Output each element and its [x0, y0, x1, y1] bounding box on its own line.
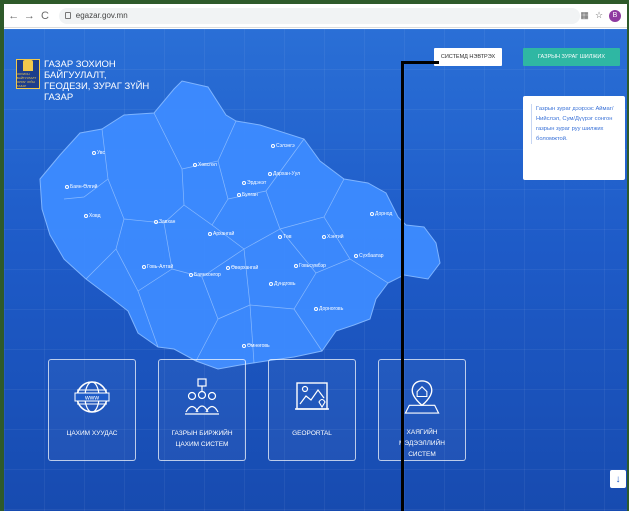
browser-toolbar: ← → C egazar.gov.mn ▦ ☆ B	[4, 4, 627, 28]
system-login-button[interactable]: СИСТЕМД НЭВТРЭХ	[434, 48, 502, 66]
tile-land-exchange[interactable]: ГАЗРЫН БИРЖИЙН ЦАХИМ СИСТЕМ	[158, 359, 246, 461]
city-label[interactable]: Өвөрхангай	[226, 265, 258, 271]
address-bar[interactable]: egazar.gov.mn	[58, 7, 581, 24]
profile-avatar[interactable]: B	[609, 9, 622, 22]
browser-window: ← → C egazar.gov.mn ▦ ☆ B ЗОХИОН БАЙГУУЛ…	[4, 4, 627, 511]
scroll-down-button[interactable]: ↓	[610, 470, 626, 488]
people-exchange-icon	[185, 378, 219, 415]
city-label[interactable]: Дундговь	[269, 281, 295, 287]
address-pin-icon	[404, 380, 440, 414]
translate-icon[interactable]: ▦	[580, 10, 589, 21]
city-label[interactable]: Баян-Өлгий	[65, 184, 97, 190]
info-card: Газрын зураг дээрээс Аймаг/Нийслэл, Сум/…	[523, 96, 625, 180]
city-label[interactable]: Баянхонгор	[189, 272, 221, 278]
map-icon	[295, 382, 329, 410]
city-label[interactable]: Хөвсгөл	[193, 162, 217, 168]
city-label[interactable]: Төв	[278, 234, 292, 240]
city-label[interactable]: Дархан-Уул	[268, 171, 300, 177]
bookmark-star-icon[interactable]: ☆	[595, 10, 603, 21]
city-label[interactable]: Өмнөговь	[242, 343, 270, 349]
back-icon[interactable]: ←	[8, 10, 20, 22]
info-card-text: Газрын зураг дээрээс Аймаг/Нийслэл, Сум/…	[531, 104, 617, 144]
city-label[interactable]: Архангай	[208, 231, 234, 237]
map-switch-button[interactable]: ГАЗРЫН ЗУРАГ ШИЛЖИХ	[523, 48, 620, 66]
city-label[interactable]: Эрдэнэт	[242, 180, 266, 186]
city-label[interactable]: Хэнтий	[322, 234, 344, 240]
lock-icon	[64, 12, 71, 19]
tile-label: ЦАХИМ ХУУДАС	[66, 430, 118, 437]
city-label[interactable]: Сэлэнгэ	[271, 143, 295, 149]
city-label[interactable]: Говь-Алтай	[142, 264, 173, 270]
city-label[interactable]: Увс	[92, 150, 105, 156]
annotation-pointer-line	[401, 61, 404, 511]
tile-label: GEOPORTAL	[292, 430, 332, 437]
map-outline	[39, 80, 441, 370]
tile-label: ГАЗРЫН БИРЖИЙН ЦАХИМ СИСТЕМ	[171, 430, 233, 448]
city-label[interactable]: Завхан	[154, 219, 175, 225]
url-text: egazar.gov.mn	[75, 11, 128, 20]
city-label[interactable]: Говьсүмбэр	[294, 263, 326, 269]
reload-icon[interactable]: C	[39, 10, 51, 22]
page-content: ЗОХИОН БАЙГУУЛАЛТ ЗУРАГ ЗҮЙН ГАЗАР ГАЗАР…	[4, 29, 627, 511]
city-label[interactable]: Дорноговь	[314, 306, 343, 312]
tile-label: ХАЯГИЙН МЭДЭЭЛЛИЙН СИСТЕМ	[399, 429, 445, 458]
svg-text:www: www	[84, 395, 99, 402]
city-label[interactable]: Сүхбаатар	[354, 253, 384, 259]
city-label[interactable]: Булган	[237, 192, 258, 198]
www-globe-icon: www	[74, 381, 110, 413]
tile-geoportal[interactable]: GEOPORTAL	[268, 359, 356, 461]
city-label[interactable]: Ховд	[84, 213, 101, 219]
city-label[interactable]: Дорнод	[370, 211, 392, 217]
tile-website[interactable]: www ЦАХИМ ХУУДАС	[48, 359, 136, 461]
forward-icon[interactable]: →	[24, 10, 36, 22]
tile-address-system[interactable]: ХАЯГИЙН МЭДЭЭЛЛИЙН СИСТЕМ	[378, 359, 466, 461]
annotation-pointer-arm	[401, 61, 439, 64]
